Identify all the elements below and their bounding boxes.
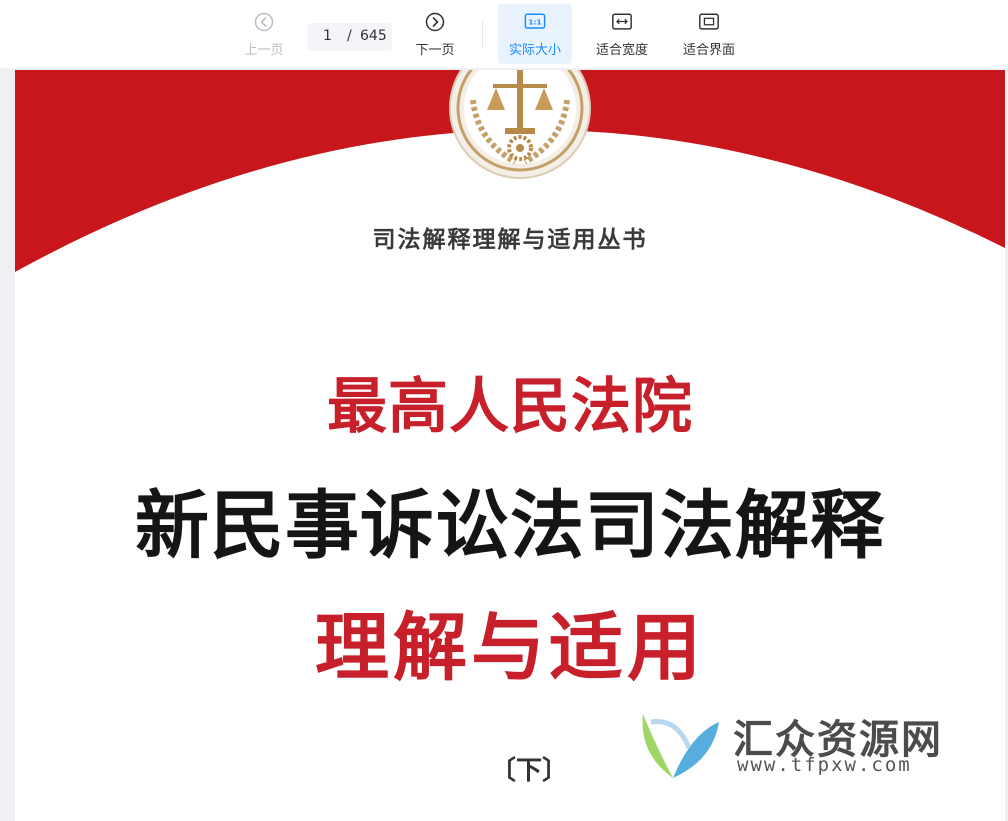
fit-page-label: 适合界面 <box>682 43 735 58</box>
fit-width-label: 适合宽度 <box>595 43 648 58</box>
volume-label: 〔下〕 <box>490 756 569 786</box>
actual-size-icon-text: 1:1 <box>528 17 541 26</box>
prev-page-button[interactable]: 上一页 <box>236 4 292 64</box>
current-page-input[interactable]: 1 <box>323 28 332 44</box>
fit-page-icon <box>698 11 720 33</box>
next-page-button[interactable]: 下一页 <box>407 4 463 64</box>
toolbar-divider <box>482 20 483 48</box>
next-page-label: 下一页 <box>415 43 455 58</box>
actual-size-label: 实际大小 <box>508 43 561 58</box>
chevron-right-circle-icon <box>424 11 446 33</box>
fit-width-button[interactable]: 适合宽度 <box>589 4 655 64</box>
actual-size-icon: 1:1 <box>524 11 546 33</box>
fit-width-icon <box>611 11 633 33</box>
page-indicator: 1 / 645 <box>307 23 392 51</box>
total-pages: 645 <box>360 28 387 44</box>
document-viewport[interactable]: 司法解释理解与适用丛书 最高人民法院 新民事诉讼法司法解释 理解与适用 〔下〕 … <box>0 68 1008 821</box>
viewer-toolbar: 上一页 1 / 645 下一页 1:1 实际大小 适合宽度 适合界面 <box>0 0 1008 68</box>
actual-size-button[interactable]: 1:1 实际大小 <box>498 4 572 64</box>
series-title: 司法解释理解与适用丛书 <box>372 227 648 253</box>
document-page: 司法解释理解与适用丛书 最高人民法院 新民事诉讼法司法解释 理解与适用 〔下〕 … <box>15 70 1005 821</box>
watermark-site-url: www.tfpxw.com <box>737 754 912 776</box>
cover-title-line-2: 新民事诉讼法司法解释 <box>135 483 885 569</box>
prev-page-label: 上一页 <box>244 43 284 58</box>
scales-emblem-icon <box>449 70 591 179</box>
cover-title-line-1: 最高人民法院 <box>327 372 693 442</box>
page-separator: / <box>347 28 352 44</box>
chevron-left-circle-icon <box>253 11 275 33</box>
fit-page-button[interactable]: 适合界面 <box>676 4 742 64</box>
leaf-v-logo-icon <box>642 714 719 778</box>
cover-title-line-3: 理解与适用 <box>315 605 705 691</box>
